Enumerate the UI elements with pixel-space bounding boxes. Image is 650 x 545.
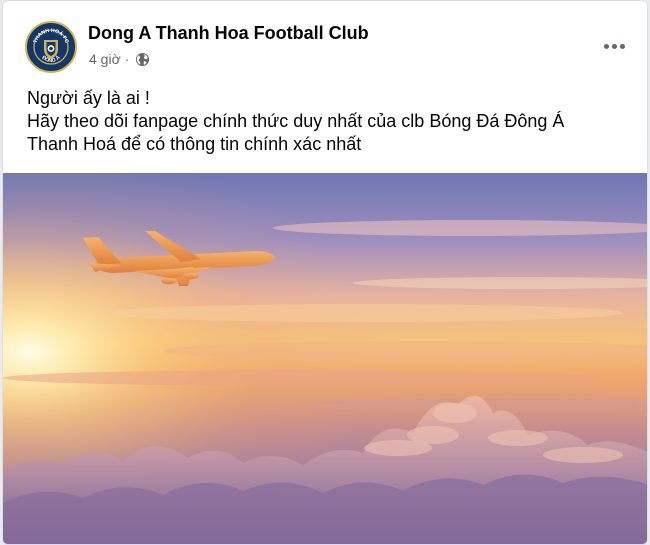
globe-icon[interactable]: [135, 52, 150, 67]
club-logo-icon: THANH HOÁ FC ĐÔNG Á: [28, 24, 74, 70]
post-meta: 4 giờ ·: [89, 51, 150, 67]
airplane-sunset-image: [3, 173, 647, 544]
post-header: THANH HOÁ FC ĐÔNG Á Dong A Thanh Hoa Foo…: [3, 1, 647, 81]
page-avatar[interactable]: THANH HOÁ FC ĐÔNG Á: [25, 21, 77, 73]
meta-separator: ·: [124, 51, 130, 67]
post-photo[interactable]: [3, 173, 647, 544]
more-options-icon[interactable]: [597, 29, 631, 63]
post-text-line: Thanh Hoá để có thông tin chính xác nhất: [27, 134, 362, 154]
post-message: Người ấy là ai ! Hãy theo dõi fanpage ch…: [27, 87, 637, 156]
post-timestamp[interactable]: 4 giờ: [89, 51, 121, 67]
facebook-post: THANH HOÁ FC ĐÔNG Á Dong A Thanh Hoa Foo…: [2, 0, 648, 545]
page-name-link[interactable]: Dong A Thanh Hoa Football Club: [88, 23, 369, 44]
post-text-line: Hãy theo dõi fanpage chính thức duy nhất…: [27, 111, 565, 131]
post-text-line: Người ấy là ai !: [27, 88, 150, 108]
